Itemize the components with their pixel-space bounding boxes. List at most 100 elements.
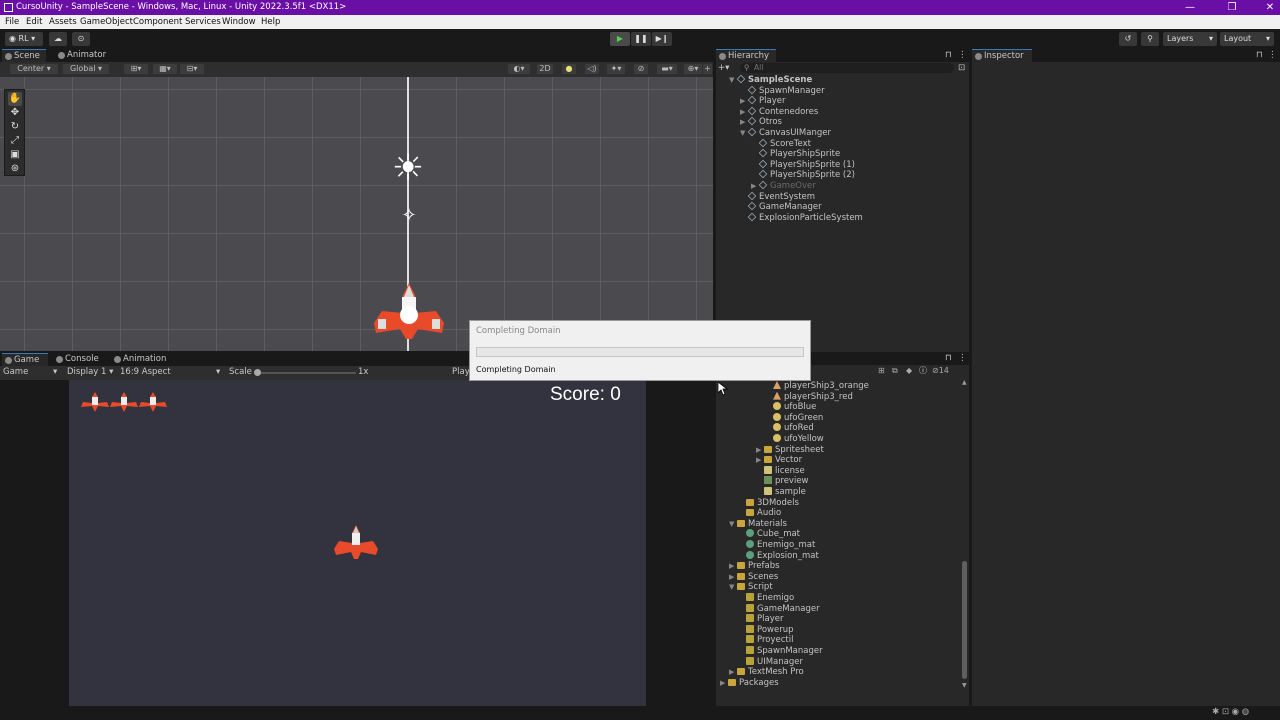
player-ship-sprite[interactable] (372, 283, 446, 341)
expand-arrow-icon[interactable]: ▼ (740, 128, 748, 139)
expand-arrow-icon[interactable]: ▶ (729, 561, 737, 572)
menu-component[interactable]: Component (133, 15, 182, 29)
expand-arrow-icon[interactable]: ▶ (751, 181, 759, 192)
account-button[interactable]: ◉ RL ▾ (5, 32, 43, 46)
hidden-objects-icon[interactable]: ⊘ (634, 64, 648, 74)
expand-arrow-icon[interactable]: ▶ (756, 455, 764, 466)
lighting-icon[interactable]: ● (562, 64, 576, 74)
maximize-button[interactable]: ❐ (1212, 0, 1252, 15)
project-item[interactable]: Explosion_mat (738, 550, 819, 562)
menu-file[interactable]: File (5, 15, 19, 29)
minimize-button[interactable]: — (1170, 0, 1210, 15)
project-item[interactable]: ▼ Materials (729, 519, 787, 530)
hierarchy-item[interactable]: ▶ GameOver (751, 180, 816, 192)
menu-assets[interactable]: Assets (49, 15, 77, 29)
project-item[interactable]: ▶ Spritesheet (756, 445, 824, 456)
hidden-packages-icon[interactable]: ⊘14 (932, 365, 949, 377)
play-focused-dropdown[interactable]: Play (452, 367, 470, 377)
close-button[interactable]: ✕ (1250, 0, 1280, 15)
project-item[interactable]: playerShip3_red (765, 391, 853, 403)
tab-animator[interactable]: Animator (55, 49, 110, 62)
expand-arrow-icon[interactable]: ▶ (740, 96, 748, 107)
project-item[interactable]: Proyectil (738, 635, 793, 646)
menu-window[interactable]: Window (222, 15, 256, 29)
menu-edit[interactable]: Edit (26, 15, 42, 29)
project-item[interactable]: GameManager (738, 603, 820, 615)
filter-label-icon[interactable]: ⧉ (892, 365, 898, 377)
move-tool-icon[interactable]: ✥ (8, 106, 22, 120)
lock-icon[interactable]: ⊓ (1256, 50, 1263, 60)
layers-dropdown[interactable]: Layers ▾ (1163, 32, 1217, 46)
project-item[interactable]: SpawnManager (738, 646, 823, 657)
display-dropdown[interactable]: Display 1 ▾ (67, 367, 113, 377)
hierarchy-scene-root[interactable]: ▼ SampleScene (729, 74, 812, 86)
particle-system-icon[interactable]: ✧ (394, 201, 424, 231)
scene-viewport[interactable]: ☀ ✧ (0, 77, 713, 351)
effects-icon[interactable]: ✦▾ (607, 64, 625, 74)
project-item[interactable]: 3DModels (738, 498, 799, 509)
project-item[interactable]: Cube_mat (738, 529, 800, 540)
hierarchy-item[interactable]: SpawnManager (740, 85, 825, 97)
project-item[interactable]: preview (756, 476, 809, 487)
hierarchy-item[interactable]: PlayerShipSprite (751, 148, 840, 160)
expand-arrow-icon[interactable]: ▶ (756, 445, 764, 456)
history-icon[interactable]: ↺ (1119, 32, 1137, 46)
expand-arrow-icon[interactable]: ▶ (740, 117, 748, 128)
menu-help[interactable]: Help (261, 15, 280, 29)
tab-scene[interactable]: Scene (2, 49, 46, 62)
scene-more-icon[interactable]: + (703, 64, 712, 74)
tab-animation[interactable]: Animation (111, 353, 173, 366)
tab-inspector[interactable]: Inspector (972, 49, 1032, 62)
project-item[interactable]: ▼ Script (729, 582, 773, 593)
create-scene-icon[interactable]: ⊡ (958, 63, 965, 73)
hierarchy-item[interactable]: ▶ Otros (740, 117, 782, 128)
project-item[interactable]: Enemigo_mat (738, 540, 815, 551)
project-item[interactable]: ufoRed (765, 423, 814, 434)
project-item[interactable]: ufoYellow (765, 434, 824, 445)
project-item[interactable]: Audio (738, 508, 781, 519)
scroll-down-icon[interactable]: ▼ (962, 682, 967, 689)
expand-arrow-icon[interactable]: ▶ (729, 572, 737, 583)
scale-tool-icon[interactable]: ⤢ (8, 134, 22, 148)
sun-light-icon[interactable]: ☀ (386, 147, 430, 191)
tag-icon[interactable]: ◆ (906, 365, 912, 377)
lock-icon[interactable]: ⊓ (945, 353, 952, 363)
project-item[interactable]: ufoBlue (765, 402, 816, 413)
tab-hierarchy[interactable]: Hierarchy (716, 49, 776, 62)
menu-gameobject[interactable]: GameObject (80, 15, 133, 29)
project-item[interactable]: ▶ Scenes (729, 572, 778, 583)
camera-icon[interactable]: ▬▾ (657, 64, 677, 74)
menu-services[interactable]: Services (185, 15, 221, 29)
play-button[interactable]: ▶ (610, 32, 630, 46)
collab-icon[interactable]: ⊙ (72, 32, 90, 46)
add-icon[interactable]: +▾ (718, 63, 729, 73)
shading-mode-icon[interactable]: ◐▾ (508, 64, 530, 74)
increment-snap-icon[interactable]: ⊟▾ (180, 64, 204, 74)
scale-slider-track[interactable] (256, 372, 356, 374)
space-dropdown[interactable]: Global ▾ (63, 64, 109, 74)
project-item[interactable]: license (756, 465, 805, 477)
hierarchy-item[interactable]: ▶ Player (740, 95, 785, 107)
hierarchy-item[interactable]: GameManager (740, 201, 822, 213)
expand-arrow-icon[interactable]: ▼ (729, 519, 737, 530)
project-item[interactable]: ▶ TextMesh Pro (729, 667, 804, 678)
pivot-dropdown[interactable]: Center ▾ (10, 64, 58, 74)
hierarchy-item[interactable]: PlayerShipSprite (2) (751, 170, 855, 181)
project-item[interactable]: Enemigo (738, 593, 794, 604)
hierarchy-item[interactable]: ▼ CanvasUIManger (740, 127, 831, 139)
rotate-tool-icon[interactable]: ↻ (8, 120, 22, 134)
project-item[interactable]: ufoGreen (765, 412, 823, 424)
search-icon[interactable]: ⚲ (1141, 32, 1159, 46)
rect-tool-icon[interactable]: ▣ (8, 148, 22, 162)
mode-2d-toggle[interactable]: 2D (537, 64, 553, 74)
hierarchy-item[interactable]: ScoreText (751, 138, 811, 150)
grid-snap-icon[interactable]: ⊞▾ (124, 64, 148, 74)
info-icon[interactable]: ⓘ (919, 365, 927, 377)
layout-dropdown[interactable]: Layout ▾ (1220, 32, 1274, 46)
gizmos-icon[interactable]: ⊕▾ (684, 64, 702, 74)
kebab-menu-icon[interactable]: ⋮ (1268, 50, 1277, 60)
game-view-dropdown[interactable]: Game ▾ (3, 367, 57, 377)
expand-arrow-icon[interactable]: ▼ (729, 582, 737, 593)
scroll-up-icon[interactable]: ▲ (962, 379, 967, 386)
step-button[interactable]: ▶❙ (652, 32, 672, 46)
